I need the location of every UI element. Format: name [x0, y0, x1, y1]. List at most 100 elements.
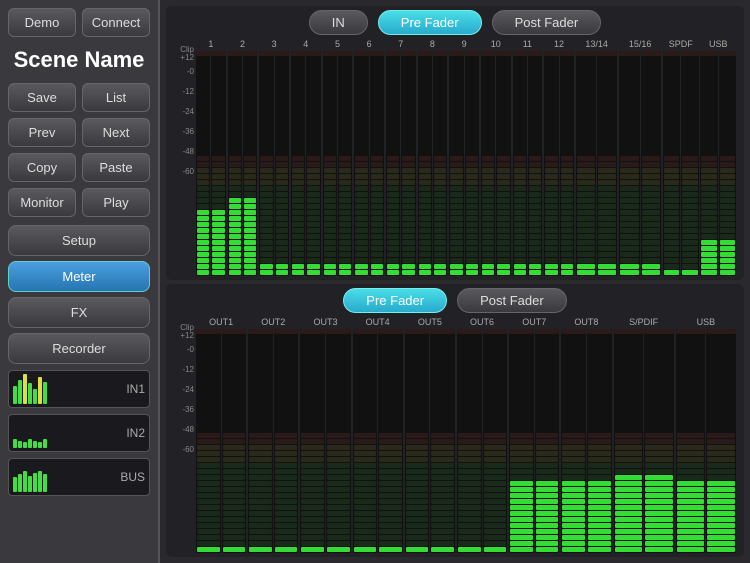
out-label-spdif: S/PDIF: [614, 317, 674, 327]
meter-bar-container: [259, 51, 273, 276]
bottom-meters-with-scale: Clip +12 -0 -12 -24 -36 -48 -60 OUT1 OUT…: [174, 317, 736, 554]
meter-bar-container: [196, 329, 221, 554]
demo-button[interactable]: Demo: [8, 8, 76, 37]
list-button[interactable]: List: [82, 83, 150, 112]
ch-label-5: 5: [323, 39, 353, 49]
scale-60: -60: [174, 167, 196, 187]
meter-bar-container: [418, 51, 432, 276]
in2-display[interactable]: IN2: [8, 414, 150, 452]
meter-bar-container: [587, 329, 612, 554]
meter-column: [228, 51, 258, 276]
scale-12p: +12: [174, 53, 196, 67]
top-meter-bars: [196, 51, 736, 276]
in1-mini-bars: [13, 374, 47, 404]
meter-bar-container: [614, 329, 644, 554]
meter-bar-container: [291, 51, 305, 276]
top-pre-fader-button[interactable]: Pre Fader: [378, 10, 482, 35]
meter-column: [196, 329, 246, 554]
meter-bar-container: [457, 329, 482, 554]
meter-bar-container: [576, 51, 596, 276]
meter-bar-container: [544, 51, 558, 276]
in2-label: IN2: [126, 426, 145, 440]
meter-bar-container: [496, 51, 510, 276]
meter-column: [248, 329, 298, 554]
ch-label-6: 6: [354, 39, 384, 49]
monitor-button[interactable]: Monitor: [8, 188, 76, 217]
monitor-play-row: Monitor Play: [8, 188, 150, 217]
copy-button[interactable]: Copy: [8, 153, 76, 182]
meter-column: [323, 51, 353, 276]
in1-label: IN1: [126, 382, 145, 396]
top-btn-row: Demo Connect: [8, 8, 150, 37]
meter-bar-container: [528, 51, 542, 276]
meter-bar-container: [354, 51, 368, 276]
ch-label-12: 12: [544, 39, 574, 49]
meter-bar-container: [644, 329, 674, 554]
bottom-post-fader-button[interactable]: Post Fader: [457, 288, 567, 313]
connect-button[interactable]: Connect: [82, 8, 150, 37]
top-meter-header: IN Pre Fader Post Fader: [174, 10, 736, 35]
out-label-4: OUT4: [353, 317, 403, 327]
setup-button[interactable]: Setup: [8, 225, 150, 256]
meter-bar-container: [561, 329, 586, 554]
bus-display[interactable]: BUS: [8, 458, 150, 496]
meter-bar-container: [248, 329, 273, 554]
meter-column: [354, 51, 384, 276]
ch-label-1516: 15/16: [619, 39, 661, 49]
ch-label-2: 2: [228, 39, 258, 49]
meter-bar-container: [401, 51, 415, 276]
bottom-channels-area: OUT1 OUT2 OUT3 OUT4 OUT5 OUT6 OUT7 OUT8 …: [196, 317, 736, 554]
scale-12: -12: [174, 87, 196, 107]
prev-button[interactable]: Prev: [8, 118, 76, 147]
out-label-3: OUT3: [300, 317, 350, 327]
b-scale-60: -60: [174, 445, 196, 465]
in1-display[interactable]: IN1: [8, 370, 150, 408]
meter-bar-container: [513, 51, 527, 276]
meter-bar-container: [433, 51, 447, 276]
nav-section: Setup Meter FX Recorder: [8, 225, 150, 364]
scale-36: -36: [174, 127, 196, 147]
meter-column: [513, 51, 543, 276]
meter-bar-container: [483, 329, 508, 554]
fx-button[interactable]: FX: [8, 297, 150, 328]
meter-bar-container: [641, 51, 661, 276]
ch-label-spdf: SPDF: [663, 39, 699, 49]
bottom-meter-header: Pre Fader Post Fader: [174, 288, 736, 313]
scale-48: -48: [174, 147, 196, 167]
top-meters-with-scale: Clip +12 -0 -12 -24 -36 -48 -60 1 2 3 4 …: [174, 39, 736, 276]
b-scale-12p: +12: [174, 331, 196, 345]
bus-label: BUS: [120, 470, 145, 484]
meter-button[interactable]: Meter: [8, 261, 150, 292]
meter-bar-container: [681, 51, 698, 276]
recorder-button[interactable]: Recorder: [8, 333, 150, 364]
ch-label-7: 7: [386, 39, 416, 49]
play-button[interactable]: Play: [82, 188, 150, 217]
meter-bar-container: [326, 329, 351, 554]
scale-0: -0: [174, 67, 196, 87]
save-button[interactable]: Save: [8, 83, 76, 112]
meter-column: [481, 51, 511, 276]
out-label-1: OUT1: [196, 317, 246, 327]
meter-bar-container: [430, 329, 455, 554]
prev-next-row: Prev Next: [8, 118, 150, 147]
b-scale-clip: Clip: [174, 323, 196, 329]
meter-bar-container: [405, 329, 430, 554]
out-label-7: OUT7: [509, 317, 559, 327]
meter-bar-container: [719, 51, 736, 276]
bottom-pre-fader-button[interactable]: Pre Fader: [343, 288, 447, 313]
out-label-6: OUT6: [457, 317, 507, 327]
meter-bar-container: [338, 51, 352, 276]
top-meter-section: IN Pre Fader Post Fader Clip +12 -0 -12 …: [166, 6, 744, 280]
meter-column: [663, 51, 699, 276]
meter-bar-container: [597, 51, 617, 276]
top-post-fader-button[interactable]: Post Fader: [492, 10, 602, 35]
bottom-channel-labels: OUT1 OUT2 OUT3 OUT4 OUT5 OUT6 OUT7 OUT8 …: [196, 317, 736, 327]
meter-bar-container: [465, 51, 479, 276]
in-button[interactable]: IN: [309, 10, 368, 35]
next-button[interactable]: Next: [82, 118, 150, 147]
ch-label-8: 8: [418, 39, 448, 49]
paste-button[interactable]: Paste: [82, 153, 150, 182]
out-label-2: OUT2: [248, 317, 298, 327]
meter-column: [196, 51, 226, 276]
meter-column: [509, 329, 559, 554]
